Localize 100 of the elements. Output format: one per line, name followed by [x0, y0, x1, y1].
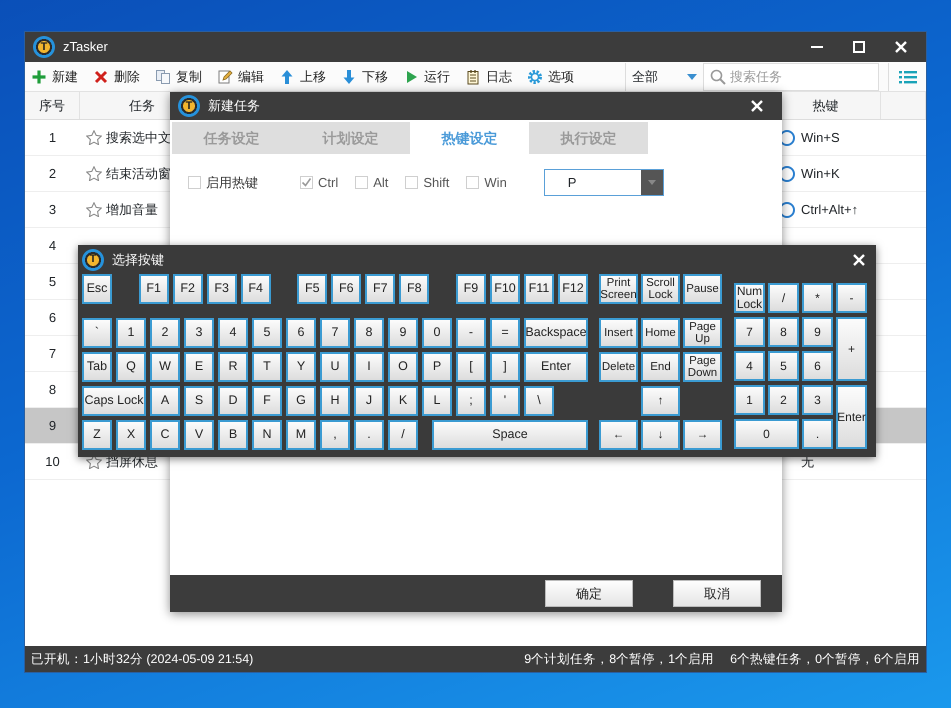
keyboard-key[interactable]: K: [388, 386, 418, 416]
keyboard-key[interactable]: →: [683, 420, 722, 450]
keyboard-key[interactable]: Backspace: [524, 318, 588, 348]
keyboard-key[interactable]: F1: [138, 274, 169, 304]
toolbar-button[interactable]: 复制: [152, 64, 205, 88]
toolbar-button[interactable]: 新建: [28, 64, 81, 88]
checkbox[interactable]: [188, 176, 201, 189]
keyboard-key[interactable]: \: [524, 386, 554, 416]
keyboard-key[interactable]: .: [802, 419, 833, 449]
keyboard-key[interactable]: U: [320, 352, 350, 382]
keyboard-key[interactable]: 6: [286, 318, 316, 348]
keyboard-key[interactable]: M: [286, 420, 316, 450]
keyboard-key[interactable]: 9: [802, 317, 833, 347]
keyboard-key[interactable]: I: [354, 352, 384, 382]
keyboard-key[interactable]: Q: [116, 352, 146, 382]
keyboard-key[interactable]: 2: [150, 318, 180, 348]
keyboard-key[interactable]: Delete: [599, 352, 638, 382]
keyboard-key[interactable]: 7: [320, 318, 350, 348]
keyboard-key[interactable]: F2: [172, 274, 203, 304]
keyboard-key[interactable]: /: [388, 420, 418, 450]
keyboard-key[interactable]: F8: [399, 274, 430, 304]
keyboard-key[interactable]: Y: [286, 352, 316, 382]
keyboard-key[interactable]: 1: [734, 385, 765, 415]
keyboard-key[interactable]: O: [388, 352, 418, 382]
toolbar-button[interactable]: 下移: [338, 64, 391, 88]
keyboard-key[interactable]: F: [252, 386, 282, 416]
keyboard-key[interactable]: F7: [365, 274, 396, 304]
toolbar-button[interactable]: 日志: [462, 64, 515, 88]
toolbar-button[interactable]: 上移: [276, 64, 329, 88]
keyboard-key[interactable]: Tab: [82, 352, 112, 382]
keyboard-key[interactable]: J: [354, 386, 384, 416]
keyboard-key[interactable]: 8: [354, 318, 384, 348]
keyboard-key[interactable]: F3: [206, 274, 237, 304]
keyboard-key[interactable]: V: [184, 420, 214, 450]
keyboard-key[interactable]: ,: [320, 420, 350, 450]
keyboard-key[interactable]: Insert: [599, 318, 638, 348]
keyboard-key[interactable]: P: [422, 352, 452, 382]
column-header[interactable]: 序号: [25, 92, 80, 119]
keyboard-key[interactable]: E: [184, 352, 214, 382]
keyboard-key[interactable]: `: [82, 318, 112, 348]
keyboard-key[interactable]: 2: [768, 385, 799, 415]
keyboard-key[interactable]: L: [422, 386, 452, 416]
keyboard-key[interactable]: F12: [558, 274, 588, 304]
keyboard-key[interactable]: End: [641, 352, 680, 382]
keyboard-key[interactable]: A: [150, 386, 180, 416]
keyboard-key[interactable]: F10: [490, 274, 520, 304]
keyboard-key[interactable]: =: [490, 318, 520, 348]
keyboard-key[interactable]: Num Lock: [734, 283, 765, 313]
keyboard-key[interactable]: /: [768, 283, 799, 313]
keyboard-key[interactable]: T: [252, 352, 282, 382]
keyboard-key[interactable]: *: [802, 283, 833, 313]
keyboard-key[interactable]: 4: [218, 318, 248, 348]
toolbar-button[interactable]: 删除: [90, 64, 143, 88]
keyboard-key[interactable]: 5: [768, 351, 799, 381]
keyboard-key[interactable]: Pause: [683, 274, 722, 304]
keyboard-key[interactable]: 7: [734, 317, 765, 347]
keyboard-key[interactable]: S: [184, 386, 214, 416]
keyboard-key[interactable]: -: [836, 283, 867, 313]
keyboard-key[interactable]: Enter: [524, 352, 588, 382]
keyboard-key[interactable]: -: [456, 318, 486, 348]
toolbar-button[interactable]: 编辑: [214, 64, 267, 88]
keyboard-key[interactable]: Home: [641, 318, 680, 348]
keyboard-key[interactable]: G: [286, 386, 316, 416]
keyboard-key[interactable]: W: [150, 352, 180, 382]
keyboard-key[interactable]: 1: [116, 318, 146, 348]
keyboard-key[interactable]: Caps Lock: [82, 386, 146, 416]
keyboard-key[interactable]: Z: [82, 420, 112, 450]
keyboard-key[interactable]: .: [354, 420, 384, 450]
keyboard-key[interactable]: D: [218, 386, 248, 416]
keyboard-key[interactable]: Page Down: [683, 352, 722, 382]
keyboard-key[interactable]: ': [490, 386, 520, 416]
keyboard-key[interactable]: 6: [802, 351, 833, 381]
dialog-button[interactable]: 确定: [545, 580, 633, 607]
keyboard-key[interactable]: [: [456, 352, 486, 382]
keyboard-key[interactable]: ↑: [641, 386, 680, 416]
checkbox[interactable]: [405, 176, 418, 189]
toolbar-button[interactable]: 选项: [524, 64, 577, 88]
keyboard-key[interactable]: F4: [240, 274, 271, 304]
keyboard-key[interactable]: 9: [388, 318, 418, 348]
keyboard-key[interactable]: F6: [331, 274, 362, 304]
keyboard-key[interactable]: B: [218, 420, 248, 450]
keyboard-key[interactable]: 0: [422, 318, 452, 348]
keyboard-key[interactable]: ←: [599, 420, 638, 450]
keyboard-key[interactable]: 5: [252, 318, 282, 348]
keyboard-key[interactable]: F5: [297, 274, 328, 304]
checkbox[interactable]: [300, 176, 313, 189]
keyboard-key[interactable]: ↓: [641, 420, 680, 450]
toolbar-button[interactable]: 运行: [400, 64, 453, 88]
checkbox[interactable]: [466, 176, 480, 189]
keyboard-key[interactable]: Page Up: [683, 318, 722, 348]
keyboard-key[interactable]: +: [836, 317, 867, 381]
keyboard-key[interactable]: ]: [490, 352, 520, 382]
keyboard-key[interactable]: Space: [432, 420, 588, 450]
keyboard-key[interactable]: 3: [184, 318, 214, 348]
key-select[interactable]: P: [544, 169, 664, 196]
keyboard-key[interactable]: 3: [802, 385, 833, 415]
keyboard-key[interactable]: R: [218, 352, 248, 382]
keyboard-key[interactable]: ;: [456, 386, 486, 416]
keyboard-key[interactable]: F9: [456, 274, 486, 304]
keyboard-key[interactable]: 8: [768, 317, 799, 347]
